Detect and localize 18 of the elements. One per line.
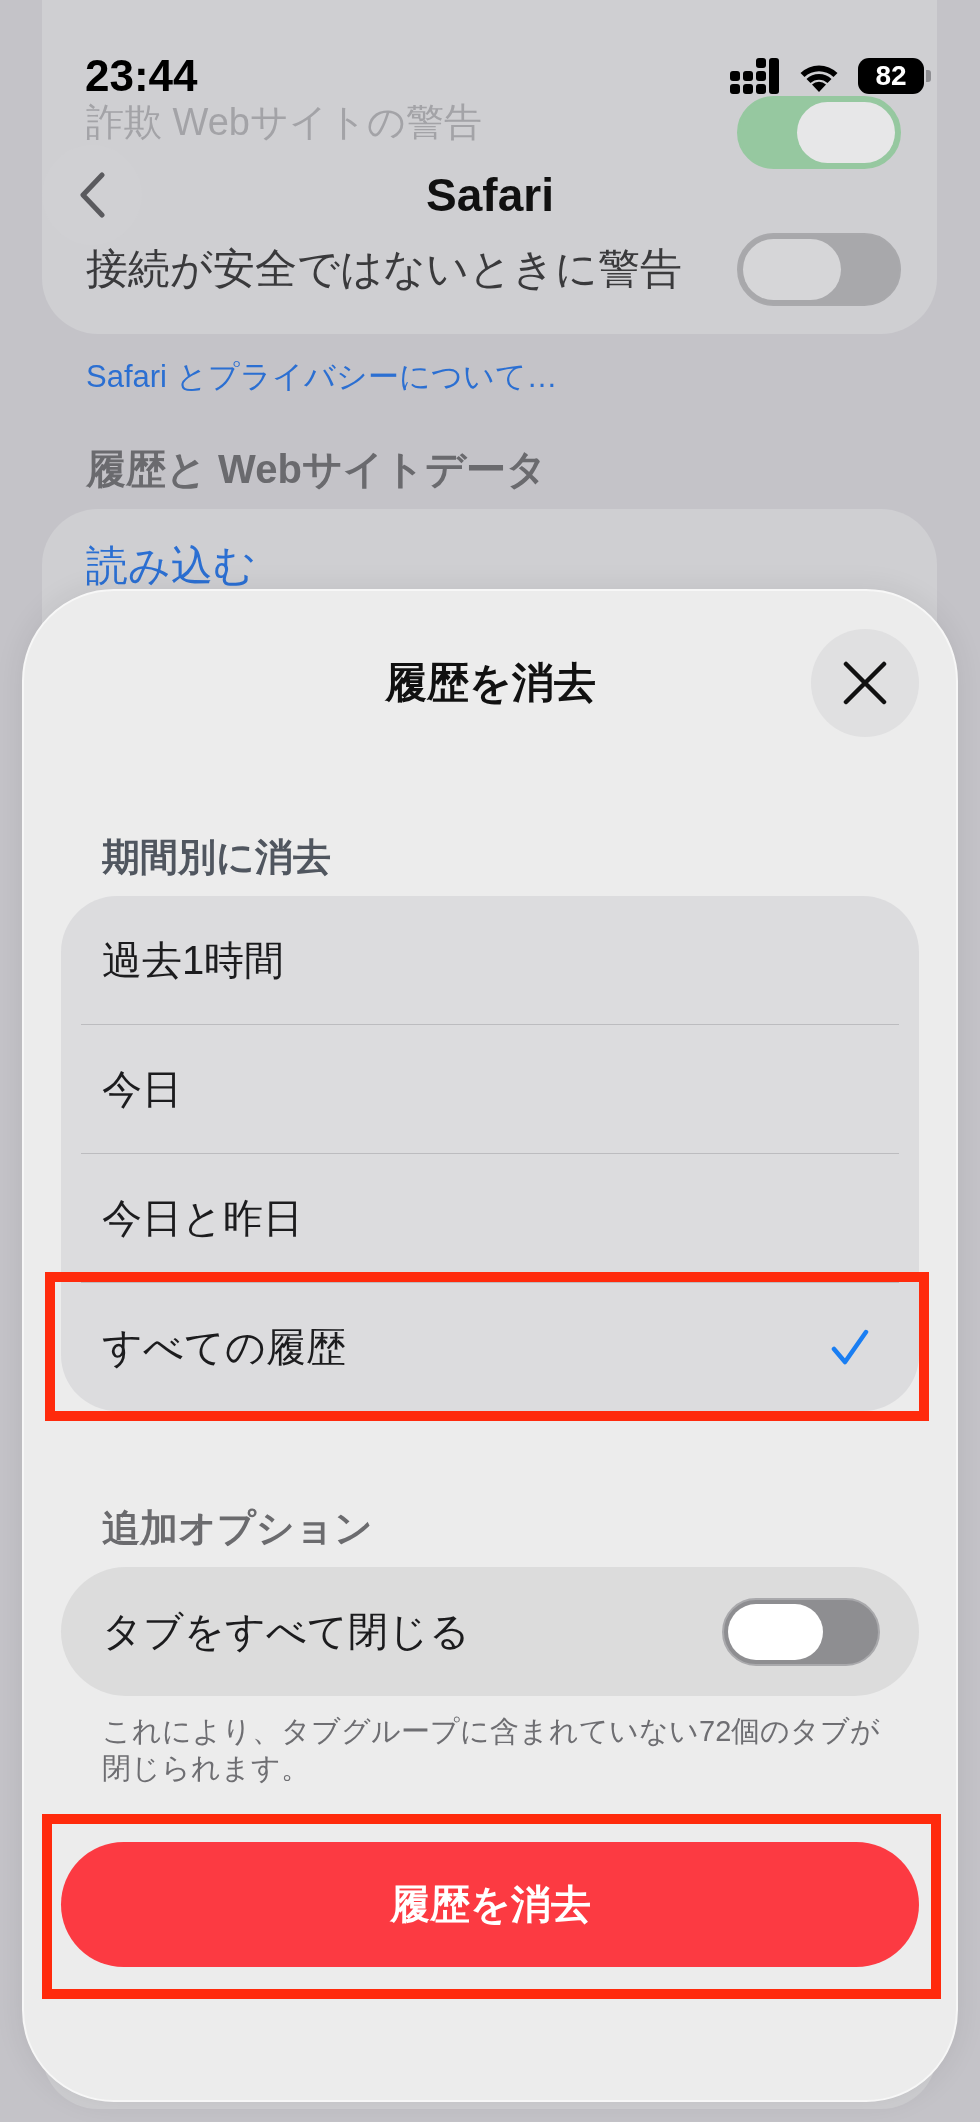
nav-title: Safari [426, 172, 554, 218]
battery-indicator: 82 [858, 58, 931, 94]
status-time: 23:44 [85, 54, 198, 98]
footnote-text: これにより、タブグループに含まれていない72個のタブが閉じられます。 [102, 1714, 882, 1786]
section-header: 追加オプション [101, 1506, 373, 1551]
close-icon [843, 661, 887, 705]
setting-label: 接続が安全ではないときに警告 [86, 248, 682, 290]
option-row[interactable]: すべての履歴 [81, 1315, 899, 1379]
section-header: 期間別に消去 [101, 835, 331, 880]
toggle-label: タブをすべて閉じる [102, 1608, 470, 1655]
option-row[interactable]: 過去1時間 [81, 928, 899, 992]
section-header: 履歴と Webサイトデータ [85, 446, 547, 493]
option-row[interactable]: 今日 [81, 1057, 899, 1121]
signal-icon [730, 58, 780, 94]
option-row[interactable]: 今日と昨日 [81, 1186, 899, 1250]
chevron-left-icon [79, 172, 105, 218]
sheet-title: 履歴を消去 [384, 662, 596, 704]
clear-history-button[interactable]: 履歴を消去 [61, 1842, 919, 1967]
